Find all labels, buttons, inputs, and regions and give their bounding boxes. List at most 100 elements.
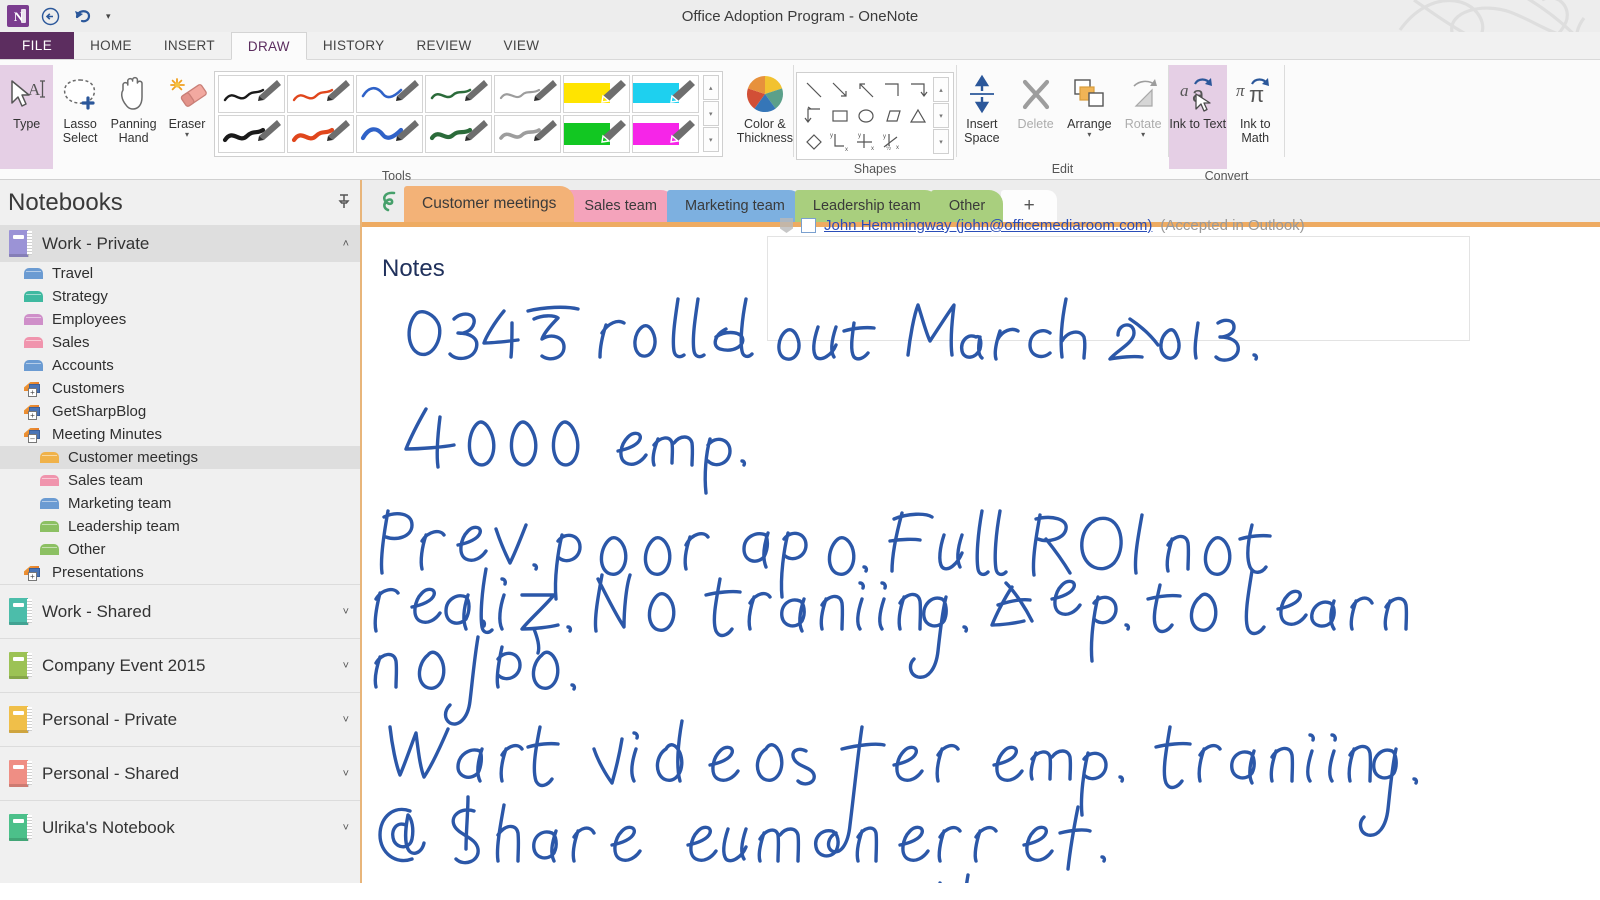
sidebar-section-accounts[interactable]: Accounts — [0, 354, 361, 377]
tool-type-button[interactable]: A Type — [0, 65, 54, 169]
onenote-logo-icon: N — [7, 5, 29, 27]
line-diagonal-icon[interactable] — [801, 77, 827, 103]
color-and-thickness-button[interactable]: Color & Thickness — [737, 65, 793, 145]
shapes-scroll-down-button[interactable]: ▾ — [933, 103, 949, 128]
ink-to-math-button[interactable]: π π Ink to Math — [1227, 65, 1285, 145]
sidebar-section-marketing-team[interactable]: Marketing team — [0, 492, 361, 515]
sidebar-section-other[interactable]: Other — [0, 538, 361, 561]
elbow-arrow-icon[interactable] — [801, 103, 827, 129]
tool-lasso-select-button[interactable]: Lasso Select — [53, 65, 106, 145]
triangle-icon[interactable] — [905, 103, 931, 129]
axis-xy-icon[interactable]: yx — [827, 129, 853, 155]
chevron-down-icon[interactable]: ˅ — [343, 660, 349, 672]
pen-red-thin[interactable] — [286, 75, 354, 113]
sidebar-section-sales-team[interactable]: Sales team — [0, 469, 361, 492]
pen-black-thin[interactable] — [217, 75, 285, 113]
pen-gallery[interactable]: ▴ ▾ ▾ — [213, 71, 723, 157]
ribbon-tab-home[interactable]: HOME — [74, 32, 148, 59]
axis-half-icon[interactable]: y½x — [879, 129, 905, 155]
expander-plus-icon[interactable]: + — [28, 572, 37, 581]
gallery-scroll-up-button[interactable]: ▴ — [702, 75, 719, 100]
sidebar-section-leadership-team[interactable]: Leadership team — [0, 515, 361, 538]
pen-green-thin[interactable] — [424, 75, 492, 113]
arrange-button[interactable]: Arrange ▾ — [1065, 65, 1115, 139]
pen-red-thick[interactable] — [286, 115, 354, 153]
tool-panning-hand-button[interactable]: Panning Hand — [107, 65, 160, 145]
pen-gray-thick[interactable] — [493, 115, 561, 153]
highlighter-cyan[interactable] — [631, 75, 699, 113]
shapes-more-button[interactable]: ▾ — [933, 129, 949, 154]
diamond-icon[interactable] — [801, 129, 827, 155]
rectangle-icon[interactable] — [827, 103, 853, 129]
axis-cross-icon[interactable]: yx — [853, 129, 879, 155]
chevron-down-icon[interactable]: ˅ — [343, 822, 349, 834]
chevron-down-icon[interactable]: ˅ — [343, 768, 349, 780]
pen-blue-thick[interactable] — [355, 115, 423, 153]
notebook-personal-private[interactable]: Personal - Private ˅ — [0, 692, 361, 746]
chevron-up-icon[interactable]: ˄ — [343, 238, 349, 250]
shapes-scroll-buttons[interactable]: ▴ ▾ ▾ — [933, 77, 949, 155]
undo-arrow-icon[interactable] — [71, 4, 95, 28]
corner-down-icon[interactable] — [905, 77, 931, 103]
section-tab-strip[interactable]: Customer meetings Sales team Marketing t… — [362, 180, 1600, 222]
expander-minus-icon[interactable]: – — [28, 434, 37, 443]
pen-gallery-scroll-buttons[interactable]: ▴ ▾ ▾ — [702, 75, 719, 153]
back-circle-arrow-icon[interactable] — [38, 4, 62, 28]
arrow-up-left-icon[interactable] — [853, 77, 879, 103]
expander-plus-icon[interactable]: + — [28, 388, 37, 397]
chevron-down-icon[interactable]: ˅ — [343, 606, 349, 618]
insert-space-button[interactable]: Insert Space — [957, 65, 1007, 145]
expander-plus-icon[interactable]: + — [28, 411, 37, 420]
ink-handwriting[interactable] — [362, 227, 1600, 883]
parallelogram-icon[interactable] — [879, 103, 905, 129]
section-tab-sales-team[interactable]: Sales team — [566, 190, 675, 222]
notebook-ulrikas-notebook[interactable]: Ulrika's Notebook ˅ — [0, 800, 361, 854]
ribbon-tab-view[interactable]: VIEW — [488, 32, 556, 59]
navigate-back-icon[interactable] — [374, 180, 404, 222]
ribbon-tab-insert[interactable]: INSERT — [148, 32, 231, 59]
notebook-personal-shared[interactable]: Personal - Shared ˅ — [0, 746, 361, 800]
section-tab-customer-meetings[interactable]: Customer meetings — [404, 186, 575, 222]
highlighter-green[interactable] — [562, 115, 630, 153]
sidebar-group-getsharpblog[interactable]: + GetSharpBlog — [0, 400, 361, 423]
quick-access-toolbar[interactable]: N ▾ — [0, 4, 113, 28]
highlighter-magenta[interactable] — [631, 115, 699, 153]
pen-gray-thin[interactable] — [493, 75, 561, 113]
ink-to-text-button[interactable]: a a Ink to Text — [1169, 65, 1227, 169]
notebook-work-private[interactable]: Work - Private ˄ — [0, 225, 361, 262]
gallery-more-button[interactable]: ▾ — [702, 127, 719, 152]
shapes-gallery[interactable]: yx yx y½x ▴ ▾ ▾ — [796, 72, 954, 160]
gallery-scroll-down-button[interactable]: ▾ — [702, 101, 719, 126]
highlighter-yellow[interactable] — [562, 75, 630, 113]
ribbon-tab-file[interactable]: FILE — [0, 32, 75, 59]
arrow-diagonal-icon[interactable] — [827, 77, 853, 103]
note-page[interactable]: John Hemmingway (john@officemediaroom.co… — [362, 217, 1600, 883]
ribbon-tab-strip[interactable]: FILE HOME INSERT DRAW HISTORY REVIEW VIE… — [0, 32, 1600, 60]
sidebar-section-customer-meetings[interactable]: Customer meetings — [0, 446, 361, 469]
sidebar-group-customers[interactable]: + Customers — [0, 377, 361, 400]
pen-green-thick[interactable] — [424, 115, 492, 153]
ribbon-tab-draw[interactable]: DRAW — [230, 32, 307, 60]
sidebar-section-travel[interactable]: Travel — [0, 262, 361, 285]
ribbon-tab-review[interactable]: REVIEW — [400, 32, 487, 59]
ribbon-tab-history[interactable]: HISTORY — [307, 32, 401, 59]
customize-qat-button[interactable]: ▾ — [104, 11, 113, 22]
notebook-company-event-2015[interactable]: Company Event 2015 ˅ — [0, 638, 361, 692]
tool-eraser-button[interactable]: Eraser ▾ — [160, 65, 213, 139]
corner-right-icon[interactable] — [879, 77, 905, 103]
ellipse-icon[interactable] — [853, 103, 879, 129]
arrange-dropdown-caret-icon[interactable]: ▾ — [1087, 131, 1091, 139]
shapes-scroll-up-button[interactable]: ▴ — [933, 77, 949, 102]
chevron-down-icon[interactable]: ˅ — [343, 714, 349, 726]
insert-space-icon — [965, 71, 999, 117]
notebook-work-shared[interactable]: Work - Shared ˅ — [0, 584, 361, 638]
sidebar-section-employees[interactable]: Employees — [0, 308, 361, 331]
sidebar-section-sales[interactable]: Sales — [0, 331, 361, 354]
sidebar-section-strategy[interactable]: Strategy — [0, 285, 361, 308]
sidebar-group-meeting-minutes[interactable]: – Meeting Minutes — [0, 423, 361, 446]
pen-black-thick[interactable] — [217, 115, 285, 153]
pin-icon[interactable] — [337, 193, 351, 213]
eraser-dropdown-caret-icon[interactable]: ▾ — [185, 131, 189, 139]
pen-blue-thin[interactable] — [355, 75, 423, 113]
sidebar-group-presentations[interactable]: + Presentations — [0, 561, 361, 584]
